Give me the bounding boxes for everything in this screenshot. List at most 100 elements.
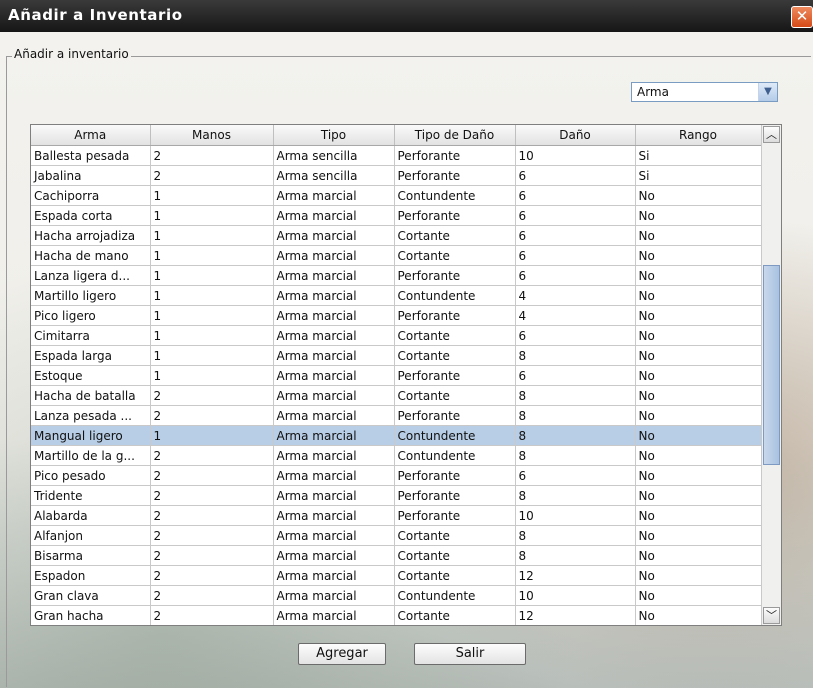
column-header-tipo-de-dano[interactable]: Tipo de Daño [394, 125, 516, 146]
cell-rango: No [635, 345, 762, 366]
cell-arma: Alabarda [31, 505, 151, 526]
cell-tipo-de-dano: Cortante [394, 605, 516, 625]
table-row[interactable]: Estoque 1 Arma marcial Perforante 6 No [31, 365, 762, 386]
cell-manos: 2 [150, 465, 274, 486]
column-header-rango[interactable]: Rango [635, 125, 762, 146]
cell-arma: Gran clava [31, 585, 151, 606]
cell-tipo-de-dano: Contundente [394, 185, 516, 206]
cell-tipo-de-dano: Contundente [394, 425, 516, 446]
table-row[interactable]: Pico pesado 2 Arma marcial Perforante 6 No [31, 465, 762, 486]
cell-rango: No [635, 365, 762, 386]
cell-rango: Si [635, 145, 762, 166]
table-row[interactable]: Hacha arrojadiza 1 Arma marcial Cortante 6 No [31, 225, 762, 246]
cell-rango: No [635, 305, 762, 326]
title-bar[interactable]: Añadir a Inventario ✕ [0, 0, 813, 33]
table-row[interactable]: Hacha de batalla 2 Arma marcial Cortante 8 No [31, 385, 762, 406]
cell-dano: 6 [515, 265, 636, 286]
table-row[interactable]: Espadon 2 Arma marcial Cortante 12 No [31, 565, 762, 586]
cell-dano: 6 [515, 325, 636, 346]
cell-arma: Espadon [31, 565, 151, 586]
table-row[interactable]: Lanza ligera d... 1 Arma marcial Perforante… [31, 265, 762, 286]
table-row[interactable]: Hacha de mano 1 Arma marcial Cortante 6 No [31, 245, 762, 266]
table-row[interactable]: Gran hacha 2 Arma marcial Cortante 12 No [31, 605, 762, 625]
cell-tipo-de-dano: Contundente [394, 285, 516, 306]
cell-dano: 8 [515, 385, 636, 406]
table-header-row: Arma Manos Tipo Tipo de Daño Daño Rango [31, 125, 762, 146]
table-row[interactable]: Espada larga 1 Arma marcial Cortante 8 No [31, 345, 762, 366]
table-row[interactable]: Lanza pesada ... 2 Arma marcial Perforante 8… [31, 405, 762, 426]
scroll-down-icon[interactable]: ﹀ [763, 607, 780, 624]
add-button[interactable]: Agregar [298, 643, 386, 665]
table-row[interactable]: Martillo de la g... 2 Arma marcial Contunde… [31, 445, 762, 466]
table-row[interactable]: Tridente 2 Arma marcial Perforante 8 No [31, 485, 762, 506]
chevron-down-icon[interactable]: ▼ [758, 83, 777, 101]
cell-rango: No [635, 565, 762, 586]
cell-manos: 1 [150, 265, 274, 286]
items-table[interactable]: Arma Manos Tipo Tipo de Daño Daño Rango … [30, 124, 782, 626]
column-header-dano[interactable]: Daño [515, 125, 636, 146]
cell-tipo: Arma marcial [273, 585, 395, 606]
column-header-tipo[interactable]: Tipo [273, 125, 395, 146]
cell-rango: No [635, 185, 762, 206]
table-row[interactable]: Ballesta pesada 2 Arma sencilla Perforante 1… [31, 145, 762, 166]
cell-arma: Cimitarra [31, 325, 151, 346]
column-header-manos[interactable]: Manos [150, 125, 274, 146]
scroll-up-icon[interactable]: ︿ [763, 126, 780, 143]
table-row[interactable]: Guadaña2Arma marcialCortante8No [31, 626, 761, 627]
table-body: Ballesta pesada 2 Arma sencilla Perforante 1… [31, 145, 762, 627]
table-row[interactable]: Cimitarra 1 Arma marcial Cortante 6 No [31, 325, 762, 346]
cell-tipo: Arma marcial [273, 325, 395, 346]
cell-tipo-de-dano: Perforante [394, 465, 516, 486]
table-row[interactable]: Martillo ligero 1 Arma marcial Contundente 4… [31, 285, 762, 306]
cell-dano: 8 [515, 485, 636, 506]
cell-manos: 1 [150, 325, 274, 346]
table-row[interactable]: Pico ligero 1 Arma marcial Perforante 4 No [31, 305, 762, 326]
cell-dano: 8 [515, 525, 636, 546]
cell-arma: Guadaña [31, 626, 150, 627]
close-icon[interactable]: ✕ [791, 6, 813, 28]
cell-rango: No [635, 465, 762, 486]
cell-manos: 2 [150, 385, 274, 406]
table-row[interactable]: Gran clava 2 Arma marcial Contundente 10 No [31, 585, 762, 606]
scrollbar-thumb[interactable] [763, 265, 780, 465]
cell-tipo-de-dano: Contundente [394, 585, 516, 606]
table-row[interactable]: Mangual ligero 1 Arma marcial Contundente 8 N… [31, 425, 762, 446]
category-select[interactable]: Arma ▼ [631, 82, 778, 102]
table-row[interactable]: Bisarma 2 Arma marcial Cortante 8 No [31, 545, 762, 566]
cell-arma: Hacha de mano [31, 245, 151, 266]
cell-rango: No [635, 245, 762, 266]
cell-rango: Si [635, 165, 762, 186]
cell-arma: Espada corta [31, 205, 151, 226]
table-scrollbar[interactable]: ︿ ﹀ [761, 125, 781, 625]
cell-rango: No [635, 485, 762, 506]
cell-arma: Martillo ligero [31, 285, 151, 306]
column-header-arma[interactable]: Arma [31, 125, 151, 146]
cell-tipo-de-dano: Perforante [394, 485, 516, 506]
table-row[interactable]: Espada corta 1 Arma marcial Perforante 6 No [31, 205, 762, 226]
exit-button[interactable]: Salir [414, 643, 526, 665]
cell-arma: Pico pesado [31, 465, 151, 486]
table-row[interactable]: Cachiporra 1 Arma marcial Contundente 6 No [31, 185, 762, 206]
cell-rango: No [635, 626, 761, 627]
table-row[interactable]: Alabarda 2 Arma marcial Perforante 10 No [31, 505, 762, 526]
cell-tipo-de-dano: Cortante [394, 245, 516, 266]
cell-tipo-de-dano: Contundente [394, 445, 516, 466]
cell-tipo: Arma marcial [273, 345, 395, 366]
cell-tipo-de-dano: Cortante [394, 225, 516, 246]
cell-tipo: Arma marcial [273, 225, 395, 246]
cell-tipo: Arma marcial [273, 385, 395, 406]
window-title: Añadir a Inventario [8, 6, 183, 24]
cell-tipo: Arma marcial [273, 626, 394, 627]
cell-dano: 6 [515, 185, 636, 206]
cell-manos: 2 [150, 485, 274, 506]
cell-tipo-de-dano: Cortante [394, 626, 515, 627]
cell-dano: 8 [515, 405, 636, 426]
cell-tipo-de-dano: Perforante [394, 145, 516, 166]
table-row[interactable]: Jabalina 2 Arma sencilla Perforante 6 Si [31, 165, 762, 186]
cell-rango: No [635, 405, 762, 426]
cell-tipo: Arma marcial [273, 305, 395, 326]
table-row[interactable]: Alfanjon 2 Arma marcial Cortante 8 No [31, 525, 762, 546]
cell-tipo: Arma sencilla [273, 145, 395, 166]
cell-dano: 10 [515, 505, 636, 526]
cell-tipo: Arma marcial [273, 185, 395, 206]
